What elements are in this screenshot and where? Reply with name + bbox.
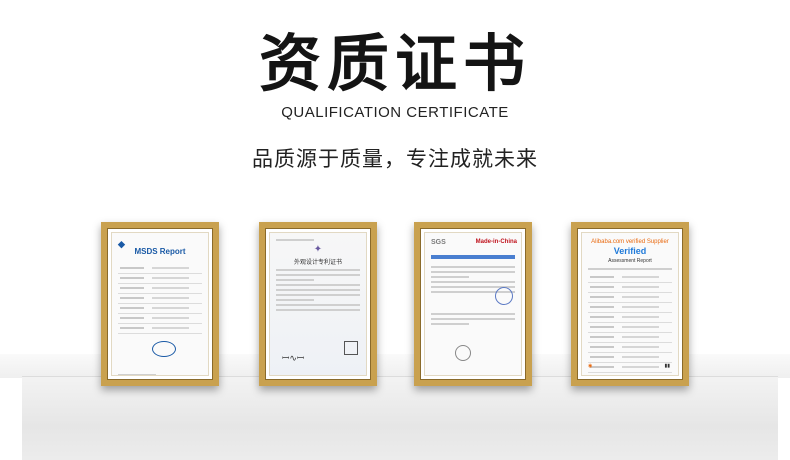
msds-logo-icon: ◆ <box>118 239 125 249</box>
page-title: 资质证书 <box>258 27 531 100</box>
certificate-patent-page: ✦ 外观设计专利证书 ꟷ∿ꟷ <box>269 232 367 376</box>
stamp-icon <box>455 345 471 361</box>
qr-code-icon <box>344 341 358 355</box>
intertek-footer-logo: ▮▮ <box>664 363 670 369</box>
certificate-sgs[interactable]: SGS Made-in-China <box>414 222 532 386</box>
signature-icon: ꟷ∿ꟷ <box>282 353 305 363</box>
certificate-verified-page: Alibaba.com verified Supplier Verified A… <box>581 232 679 376</box>
patent-emblem-icon: ✦ <box>313 244 323 255</box>
certificate-msds-page: ◆ MSDS Report <box>111 232 209 376</box>
certificate-patent[interactable]: ✦ 外观设计专利证书 ꟷ∿ꟷ <box>259 222 377 386</box>
certificate-msds[interactable]: ◆ MSDS Report <box>101 222 219 386</box>
seal-icon <box>495 287 513 305</box>
made-in-china-logo: Made-in-China <box>475 239 517 245</box>
display-stage <box>22 376 778 460</box>
verified-heading: Verified <box>613 246 647 256</box>
assessment-report-label: Assessment Report <box>608 258 652 264</box>
alibaba-footer-logo: ◉ <box>588 363 593 369</box>
sgs-logo: SGS <box>431 239 446 246</box>
certificate-sgs-page: SGS Made-in-China <box>424 232 522 376</box>
alibaba-logo: Alibaba.com verified Supplier <box>591 239 669 245</box>
page-subtitle: QUALIFICATION CERTIFICATE <box>281 104 509 121</box>
certificate-patent-heading: 外观设计专利证书 <box>293 260 342 266</box>
stamp-icon <box>152 341 176 357</box>
page-slogan: 品质源于质量，专注成就未来 <box>252 147 538 171</box>
certificate-verified[interactable]: Alibaba.com verified Supplier Verified A… <box>571 222 689 386</box>
